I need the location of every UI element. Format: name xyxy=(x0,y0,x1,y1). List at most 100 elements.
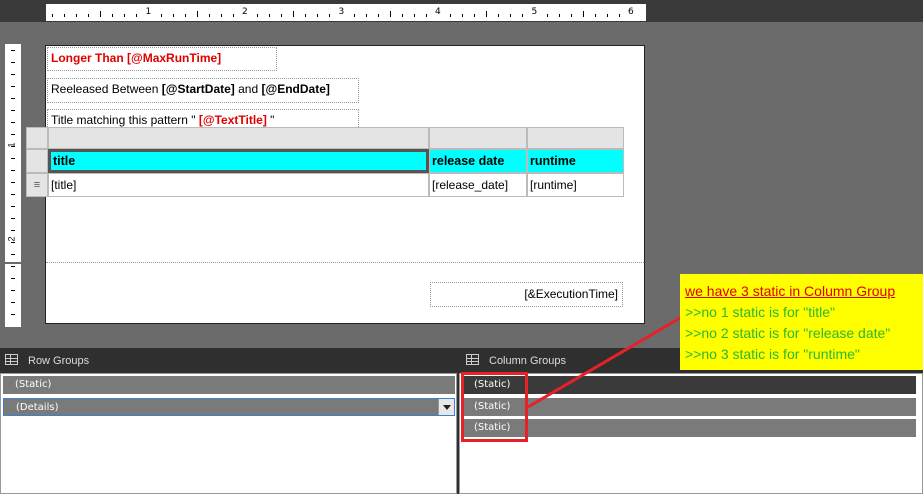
ruler-tick xyxy=(11,62,15,63)
ruler-tick xyxy=(232,14,234,17)
ruler-tick xyxy=(450,14,452,17)
ruler-tick xyxy=(618,14,620,17)
column-group-static-3[interactable]: (Static) xyxy=(462,419,916,437)
header-cell-title[interactable]: title xyxy=(48,149,429,173)
ruler-tick xyxy=(11,278,15,279)
row-group-details[interactable]: (Details) xyxy=(3,398,455,416)
report-body[interactable]: Longer Than [@MaxRunTime] Reeleased Betw… xyxy=(26,45,645,324)
textbox-released-between[interactable]: Reeleased Between [@StartDate] and [@End… xyxy=(47,78,359,103)
column-groups-list[interactable]: (Static) (Static) (Static) xyxy=(459,373,923,494)
column-handle-title[interactable] xyxy=(48,127,429,149)
ruler-tick xyxy=(498,14,500,17)
ruler-tick xyxy=(11,230,15,231)
ruler-tick xyxy=(558,14,560,17)
header-cell-release-date[interactable]: release date xyxy=(429,149,527,173)
detail-cell-runtime[interactable]: [runtime] xyxy=(527,173,624,197)
column-groups-grid-icon xyxy=(466,354,479,365)
ruler-tick xyxy=(522,14,524,17)
ruler-tick xyxy=(64,14,66,17)
ruler-tick xyxy=(257,14,259,17)
detail-cell-title[interactable]: [title] xyxy=(48,173,429,197)
ruler-number: 3 xyxy=(338,7,345,17)
ruler-tick xyxy=(401,14,403,17)
param-max-runtime: [@MaxRunTime] xyxy=(127,51,222,65)
vertical-ruler: 12 xyxy=(5,44,21,327)
ruler-tick xyxy=(136,14,138,17)
horizontal-ruler: 1 2 3 4 5 6 xyxy=(46,4,646,21)
ruler-tick xyxy=(11,98,15,99)
ruler-number: 1 xyxy=(145,7,152,17)
detail-cell-release-date[interactable]: [release_date] xyxy=(429,173,527,197)
column-group-static-1[interactable]: (Static) xyxy=(462,376,916,394)
details-dropdown-button[interactable] xyxy=(438,399,454,415)
column-handle-runtime[interactable] xyxy=(527,127,624,149)
ruler-tick xyxy=(196,11,198,17)
param-text-title: [@TextTitle] xyxy=(198,113,267,127)
ruler-tick xyxy=(11,254,15,255)
ruler-tick xyxy=(486,11,488,17)
chevron-down-icon xyxy=(443,405,451,410)
ruler-tick xyxy=(11,290,15,291)
ruler-number: 2 xyxy=(242,7,248,17)
ruler-tick xyxy=(269,14,271,17)
ruler-tick xyxy=(11,74,15,75)
ruler-tick xyxy=(377,14,379,17)
ruler-tick xyxy=(474,14,476,17)
column-handle-release-date[interactable] xyxy=(429,127,527,149)
column-group-static-2[interactable]: (Static) xyxy=(462,398,916,416)
annotation-heading: we have 3 static in Column Group xyxy=(685,283,896,299)
row-group-static[interactable]: (Static) xyxy=(3,376,455,394)
ruler-tick xyxy=(11,158,15,159)
ruler-tick xyxy=(124,14,126,17)
ruler-number: 2 xyxy=(6,236,17,242)
ruler-tick xyxy=(88,14,90,17)
ruler-tick xyxy=(365,14,367,17)
ruler-tick xyxy=(462,14,464,17)
header-cell-runtime[interactable]: runtime xyxy=(527,149,624,173)
annotation-line-1: >>no 1 static is for "title" xyxy=(685,304,836,320)
annotation-note: we have 3 static in Column Group >>no 1 … xyxy=(680,274,923,370)
ruler-tick xyxy=(546,14,548,17)
row-group-lines-icon: ≡ xyxy=(33,179,41,191)
row-handle-details[interactable]: ≡ xyxy=(26,173,48,197)
body-footer-divider xyxy=(46,262,644,263)
param-start-date: [@StartDate] xyxy=(161,82,235,96)
ruler-tick xyxy=(184,14,186,17)
tablix[interactable]: ≡ title release date runtime [title] [re… xyxy=(26,127,624,199)
ruler-tick xyxy=(293,11,295,17)
ruler-number: 6 xyxy=(628,7,634,17)
text-released-between: Reeleased Between xyxy=(51,82,162,96)
row-handle-header[interactable] xyxy=(26,149,48,173)
ruler-tick xyxy=(11,302,15,303)
ruler-tick xyxy=(606,14,608,17)
ruler-tick xyxy=(281,14,283,17)
ruler-tick xyxy=(52,14,53,17)
text-pattern-suffix: " xyxy=(266,113,275,127)
ruler-tick xyxy=(510,14,512,17)
ruler-tick xyxy=(317,14,319,17)
ruler-tick xyxy=(220,14,222,17)
ruler-tick xyxy=(11,110,15,111)
ruler-tick xyxy=(11,50,15,51)
column-groups-title: Column Groups xyxy=(489,355,567,367)
ruler-tick xyxy=(353,14,355,17)
row-groups-list[interactable]: (Static) (Details) xyxy=(0,373,457,494)
ruler-tick xyxy=(11,194,15,195)
ruler-tick xyxy=(389,11,391,17)
ruler-tick xyxy=(11,314,15,315)
ruler-tick xyxy=(582,11,584,17)
ruler-number: 1 xyxy=(6,142,17,148)
ruler-tick xyxy=(594,14,596,17)
ruler-tick xyxy=(112,14,114,17)
text-and: and xyxy=(234,82,262,96)
ruler-tick xyxy=(413,14,415,17)
annotation-line-3: >>no 3 static is for "runtime" xyxy=(685,346,860,362)
tablix-corner-handle[interactable] xyxy=(26,127,48,149)
textbox-execution-time[interactable]: [&ExecutionTime] xyxy=(430,282,623,307)
row-groups-title: Row Groups xyxy=(28,355,90,367)
ruler-tick xyxy=(11,266,15,267)
textbox-max-runtime[interactable]: Longer Than [@MaxRunTime] xyxy=(47,47,277,71)
ruler-tick xyxy=(11,182,15,183)
ruler-tick xyxy=(208,14,210,17)
param-end-date: [@EndDate] xyxy=(261,82,330,96)
